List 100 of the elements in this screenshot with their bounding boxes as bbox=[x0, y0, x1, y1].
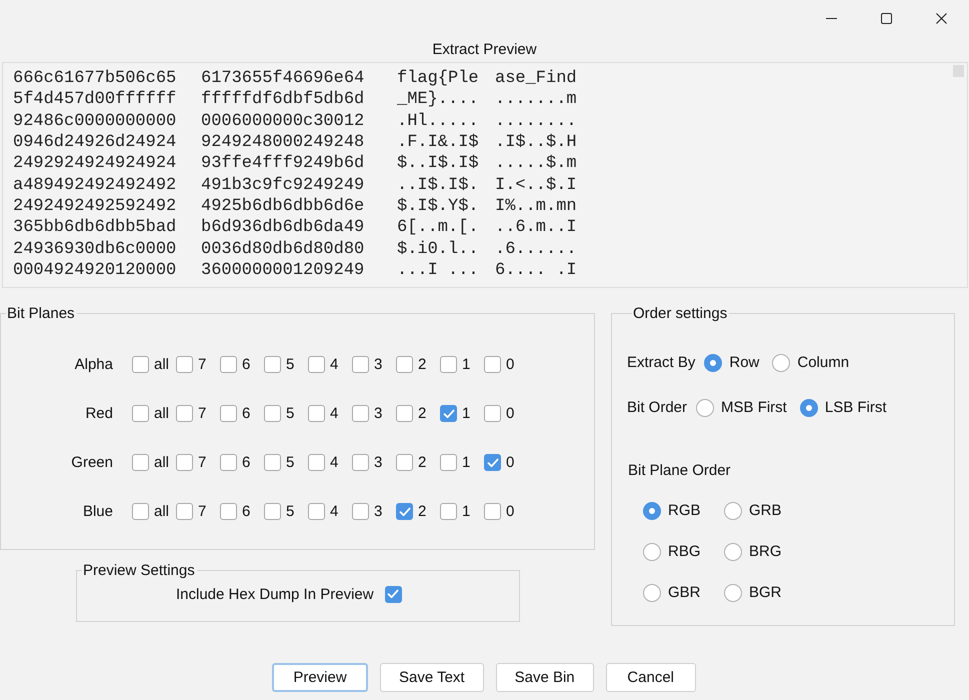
checkbox[interactable] bbox=[132, 405, 149, 422]
radio-button[interactable] bbox=[724, 542, 742, 560]
hex-text: 491b3c9fc9249249 bbox=[201, 176, 366, 195]
checkbox-label: 4 bbox=[330, 405, 338, 422]
checkbox[interactable] bbox=[484, 405, 501, 422]
checkbox-label: all bbox=[154, 503, 170, 520]
checkbox[interactable] bbox=[396, 454, 413, 471]
checkbox-label: 2 bbox=[418, 454, 426, 471]
checkbox-label: 7 bbox=[198, 503, 206, 520]
checkbox[interactable] bbox=[220, 356, 237, 373]
checkbox[interactable] bbox=[484, 503, 501, 520]
checkbox[interactable] bbox=[308, 405, 325, 422]
checkbox[interactable] bbox=[440, 405, 457, 422]
checkbox-label: 4 bbox=[330, 454, 338, 471]
hex-text: 5f4d457d00ffffff bbox=[13, 90, 178, 110]
dialog-button[interactable]: Save Text bbox=[380, 663, 484, 692]
radio-button[interactable] bbox=[643, 502, 661, 520]
hex-text: 9249248000249248 bbox=[201, 133, 366, 152]
checkbox-label: 3 bbox=[374, 405, 382, 422]
checkbox[interactable] bbox=[176, 454, 193, 471]
checkbox[interactable] bbox=[396, 356, 413, 373]
checkbox-label: all bbox=[154, 454, 170, 471]
radio-button[interactable] bbox=[772, 354, 790, 372]
checkbox[interactable] bbox=[352, 405, 369, 422]
ascii-text: ..I$.I$. bbox=[397, 176, 480, 195]
checkbox[interactable] bbox=[132, 454, 149, 471]
checkbox-label: 1 bbox=[462, 405, 470, 422]
checkbox-label: 1 bbox=[462, 454, 470, 471]
group-title: Preview Settings bbox=[82, 562, 196, 579]
checkbox[interactable] bbox=[384, 586, 402, 602]
radio-button[interactable] bbox=[643, 584, 661, 602]
radio-label: GRB bbox=[749, 502, 782, 519]
ascii-text: .I$..$.H bbox=[495, 133, 577, 152]
radio-button[interactable] bbox=[696, 398, 714, 416]
checkbox-label: 6 bbox=[242, 454, 250, 471]
ascii-text: _ME}.... bbox=[397, 90, 480, 110]
checkbox-label: 5 bbox=[286, 405, 294, 422]
checkbox-label: 7 bbox=[198, 356, 206, 373]
checkbox[interactable] bbox=[308, 503, 325, 520]
checkbox-label: 7 bbox=[198, 405, 206, 422]
ascii-text: 6.... .I bbox=[495, 260, 577, 280]
checkbox-label: 6 bbox=[242, 503, 250, 520]
checkbox[interactable] bbox=[220, 503, 237, 520]
checkbox-label: 6 bbox=[242, 356, 250, 373]
hex-text: 0946d24926d24924 bbox=[13, 133, 178, 152]
checkbox[interactable] bbox=[176, 356, 193, 373]
checkbox[interactable] bbox=[352, 454, 369, 471]
checkbox-label: 5 bbox=[286, 356, 294, 373]
radio-button[interactable] bbox=[704, 354, 722, 372]
checkbox-label: 5 bbox=[286, 454, 294, 471]
hex-text: 4925b6db6dbb6d6e bbox=[201, 196, 366, 216]
checkbox[interactable] bbox=[352, 503, 369, 520]
radio-button[interactable] bbox=[724, 502, 742, 520]
checkbox-label: 1 bbox=[462, 503, 470, 520]
checkbox[interactable] bbox=[396, 503, 413, 520]
radio-button[interactable] bbox=[724, 584, 742, 602]
group-title: Order settings bbox=[632, 305, 728, 322]
radio-label: RBG bbox=[668, 543, 701, 560]
checkbox[interactable] bbox=[264, 356, 281, 373]
option-label: Extract By bbox=[627, 354, 696, 371]
radio-button[interactable] bbox=[800, 398, 818, 416]
ascii-text: .......m bbox=[495, 90, 577, 110]
hex-text: b6d936db6db6da49 bbox=[201, 218, 366, 238]
dialog-button[interactable]: Save Bin bbox=[496, 663, 594, 692]
check-mark-icon bbox=[387, 589, 400, 599]
ascii-text: .....$.m bbox=[495, 154, 577, 174]
checkbox[interactable] bbox=[132, 356, 149, 373]
checkbox[interactable] bbox=[220, 454, 237, 471]
radio-button[interactable] bbox=[643, 542, 661, 560]
checkbox-label: 5 bbox=[286, 503, 294, 520]
group-title: Bit Planes bbox=[6, 305, 76, 322]
checkbox[interactable] bbox=[176, 405, 193, 422]
checkbox-label: 4 bbox=[330, 356, 338, 373]
checkbox[interactable] bbox=[220, 405, 237, 422]
checkbox[interactable] bbox=[264, 405, 281, 422]
hex-text: 3600000001209249 bbox=[201, 260, 366, 280]
channel-label: Alpha bbox=[74, 356, 113, 373]
checkbox[interactable] bbox=[396, 405, 413, 422]
checkbox[interactable] bbox=[308, 454, 325, 471]
check-mark-icon bbox=[486, 458, 498, 468]
checkbox[interactable] bbox=[440, 356, 457, 373]
checkbox[interactable] bbox=[484, 454, 501, 471]
checkbox[interactable] bbox=[484, 356, 501, 373]
checkbox[interactable] bbox=[440, 503, 457, 520]
checkbox-label: 1 bbox=[462, 356, 470, 373]
hex-text: 2492492492592492 bbox=[13, 196, 178, 216]
checkbox[interactable] bbox=[440, 454, 457, 471]
checkbox[interactable] bbox=[176, 503, 193, 520]
dialog-button[interactable]: Cancel bbox=[606, 663, 696, 692]
checkbox[interactable] bbox=[132, 503, 149, 520]
checkbox[interactable] bbox=[352, 356, 369, 373]
hex-text: 365bb6db6dbb5bad bbox=[13, 218, 178, 238]
dialog-button[interactable]: Preview bbox=[272, 663, 368, 692]
checkbox[interactable] bbox=[264, 503, 281, 520]
checkbox[interactable] bbox=[264, 454, 281, 471]
checkbox-label: 2 bbox=[418, 405, 426, 422]
checkbox-label: 0 bbox=[506, 356, 514, 373]
ascii-text: 6[..m.[. bbox=[397, 218, 480, 238]
radio-label: Column bbox=[797, 354, 850, 371]
checkbox[interactable] bbox=[308, 356, 325, 373]
